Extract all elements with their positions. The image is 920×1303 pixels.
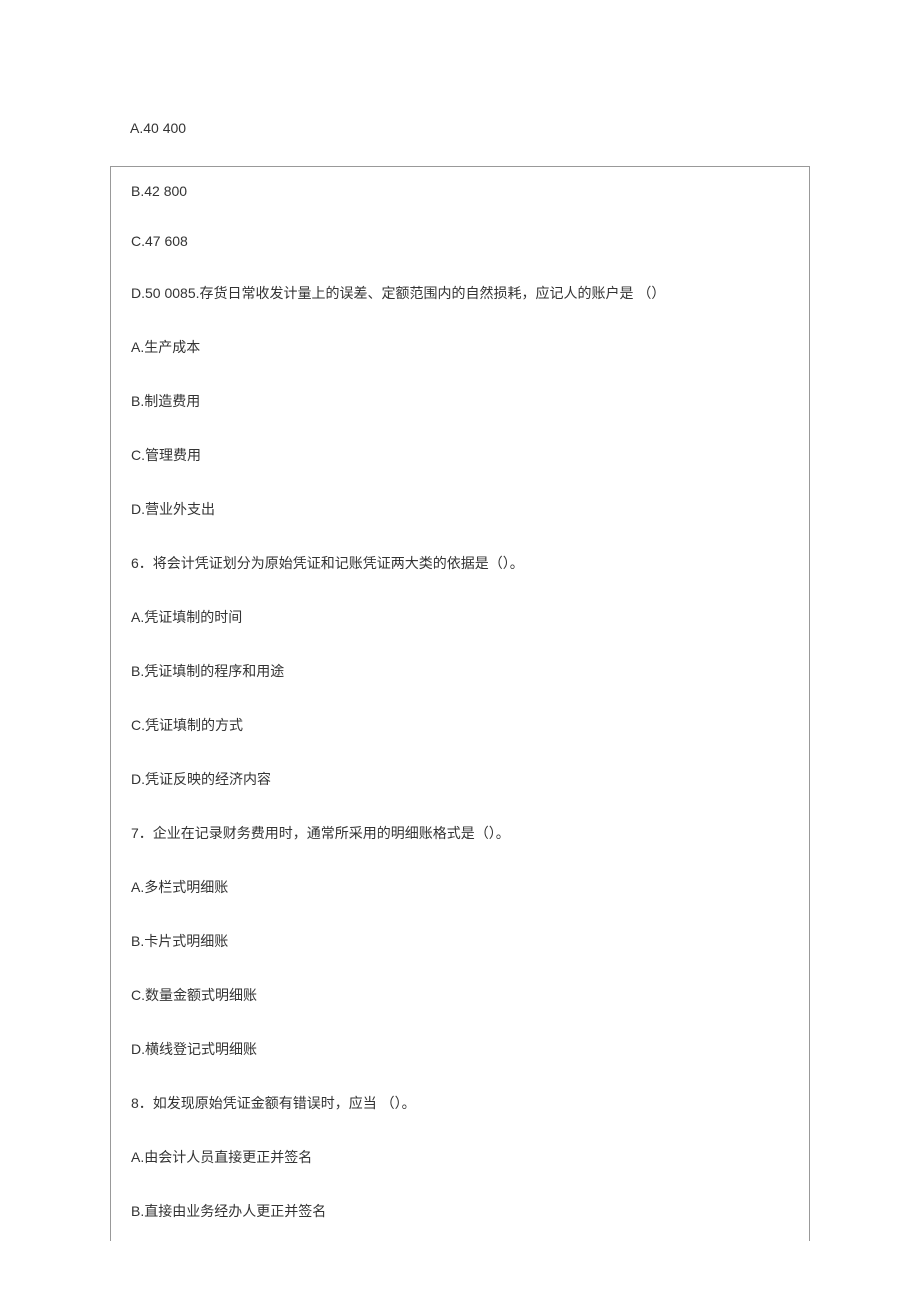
text-line: A.由会计人员直接更正并签名 [131, 1147, 789, 1167]
text-line: A.多栏式明细账 [131, 877, 789, 897]
text-line: D.凭证反映的经济内容 [131, 769, 789, 789]
text-line: D.营业外支出 [131, 499, 789, 519]
text-line: 7．企业在记录财务费用时，通常所采用的明细账格式是（）。 [131, 823, 789, 843]
text-line: D.横线登记式明细账 [131, 1039, 789, 1059]
text-line: A.生产成本 [131, 337, 789, 357]
text-line: B.制造费用 [131, 391, 789, 411]
text-line: A.凭证填制的时间 [131, 607, 789, 627]
text-line: B.42 800 [131, 183, 789, 199]
text-line: C.47 608 [131, 233, 789, 249]
text-line: B.直接由业务经办人更正并签名 [131, 1201, 789, 1221]
text-line: 6．将会计凭证划分为原始凭证和记账凭证两大类的依据是（）。 [131, 553, 789, 573]
content-box: B.42 800 C.47 608 D.50 0085.存货日常收发计量上的误差… [110, 166, 810, 1241]
text-line: C.数量金额式明细账 [131, 985, 789, 1005]
text-line: C.管理费用 [131, 445, 789, 465]
document-page: A.40 400 B.42 800 C.47 608 D.50 0085.存货日… [0, 0, 920, 1241]
text-line: C.凭证填制的方式 [131, 715, 789, 735]
text-line: D.50 0085.存货日常收发计量上的误差、定额范围内的自然损耗，应记人的账户… [131, 283, 789, 303]
text-line: B.卡片式明细账 [131, 931, 789, 951]
text-line: 8．如发现原始凭证金额有错误时，应当 （）。 [131, 1093, 789, 1113]
text-line: B.凭证填制的程序和用途 [131, 661, 789, 681]
option-a-top: A.40 400 [0, 0, 920, 166]
